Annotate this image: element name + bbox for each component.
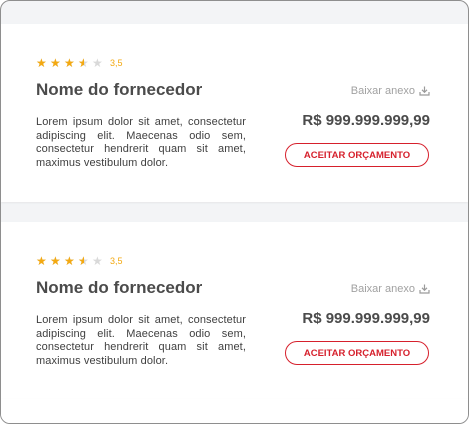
- star-icon: ★★: [92, 56, 103, 70]
- quote-card: ★★ ★★ ★★ ★★ ★★ 3,5 Nome do fornecedor Lo…: [1, 222, 468, 400]
- quote-card: ★★ ★★ ★★ ★★ ★★ 3,5 Nome do fornecedor Lo…: [1, 24, 468, 202]
- download-label: Baixar anexo: [350, 283, 415, 295]
- download-icon: [419, 86, 430, 96]
- star-icon: ★★: [50, 254, 61, 268]
- quote-description: Lorem ipsum dolor sit amet, consectetur …: [36, 116, 246, 169]
- star-icon: ★★: [78, 56, 89, 70]
- quote-list-panel: ★★ ★★ ★★ ★★ ★★ 3,5 Nome do fornecedor Lo…: [0, 0, 469, 424]
- star-icon: ★★: [64, 254, 75, 268]
- accept-quote-button[interactable]: ACEITAR ORÇAMENTO: [285, 143, 429, 167]
- star-icon: ★★: [64, 56, 75, 70]
- rating-value: 3,5: [110, 58, 123, 68]
- accept-quote-button[interactable]: ACEITAR ORÇAMENTO: [285, 341, 429, 365]
- supplier-name: Nome do fornecedor: [36, 278, 203, 297]
- star-icon: ★★: [36, 56, 47, 70]
- quote-description: Lorem ipsum dolor sit amet, consectetur …: [36, 314, 246, 367]
- rating-value: 3,5: [110, 256, 123, 266]
- download-attachment-link[interactable]: Baixar anexo: [351, 85, 430, 97]
- quote-price: R$ 999.999.999,99: [302, 310, 430, 327]
- star-icon: ★★: [78, 254, 89, 268]
- rating-stars: ★★ ★★ ★★ ★★ ★★ 3,5: [36, 57, 123, 69]
- star-icon: ★★: [36, 254, 47, 268]
- rating-stars: ★★ ★★ ★★ ★★ ★★ 3,5: [36, 255, 123, 267]
- quote-card-partial: [1, 399, 468, 423]
- supplier-name: Nome do fornecedor: [36, 80, 203, 99]
- download-label: Baixar anexo: [350, 85, 415, 97]
- download-icon: [419, 284, 430, 294]
- quote-price: R$ 999.999.999,99: [302, 112, 430, 129]
- download-attachment-link[interactable]: Baixar anexo: [351, 283, 430, 295]
- star-icon: ★★: [92, 254, 103, 268]
- star-icon: ★★: [50, 56, 61, 70]
